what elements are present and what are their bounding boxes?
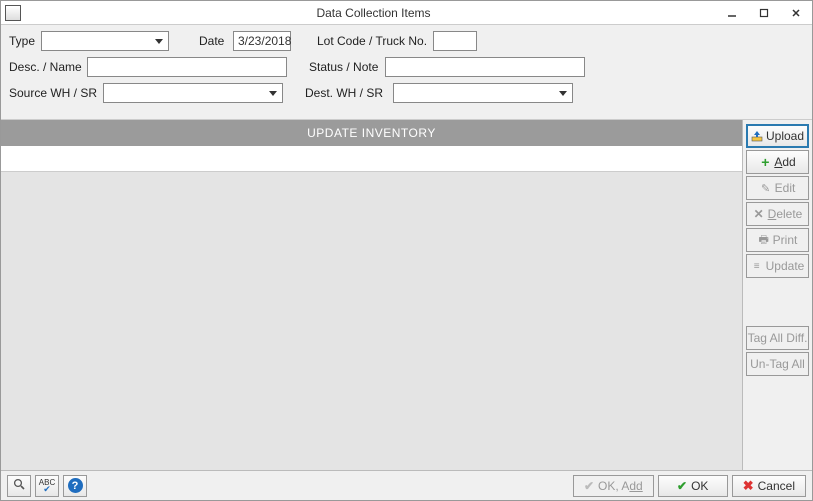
- date-value: 3/23/2018: [238, 34, 291, 48]
- printer-icon: 🖶: [758, 234, 770, 246]
- help-icon: ?: [68, 478, 83, 493]
- ok-add-button[interactable]: ✔ OK, Add: [573, 475, 654, 497]
- update-label: Update: [766, 259, 805, 273]
- upload-icon: [751, 130, 763, 142]
- upload-button[interactable]: Upload: [746, 124, 809, 148]
- date-input[interactable]: 3/23/2018: [233, 31, 291, 51]
- check-icon: ✔: [584, 479, 594, 493]
- grid-body[interactable]: [1, 146, 742, 470]
- update-button[interactable]: ≡ Update: [746, 254, 809, 278]
- source-wh-label: Source WH / SR: [9, 86, 97, 100]
- edit-label: Edit: [775, 181, 796, 195]
- window-title: Data Collection Items: [27, 6, 720, 20]
- search-button[interactable]: [7, 475, 31, 497]
- dest-wh-combo[interactable]: [393, 83, 573, 103]
- update-inventory-banner[interactable]: UPDATE INVENTORY: [1, 120, 742, 146]
- add-button[interactable]: + Add: [746, 150, 809, 174]
- status-label: Status / Note: [309, 60, 379, 74]
- update-icon: ≡: [751, 260, 763, 272]
- main-area: UPDATE INVENTORY Upload + Add ✎ Edit: [1, 120, 812, 470]
- lot-label: Lot Code / Truck No.: [317, 34, 427, 48]
- form-area: Type Date 3/23/2018 Lot Code / Truck No.…: [1, 25, 812, 120]
- delete-button[interactable]: ✕ Delete: [746, 202, 809, 226]
- ok-button[interactable]: ✔ OK: [658, 475, 728, 497]
- chevron-down-icon: [155, 39, 163, 44]
- magnifier-icon: [13, 478, 26, 494]
- delete-label: Delete: [768, 207, 803, 221]
- x-icon: ✕: [753, 208, 765, 220]
- cancel-label: Cancel: [758, 479, 795, 493]
- type-label: Type: [9, 34, 35, 48]
- titlebar: Data Collection Items: [1, 1, 812, 25]
- bottom-toolbar: ABC✔ ? ✔ OK, Add ✔ OK ✖ Cancel: [1, 470, 812, 500]
- grid-empty-row: [1, 146, 742, 172]
- cancel-button[interactable]: ✖ Cancel: [732, 475, 806, 497]
- chevron-down-icon: [269, 91, 277, 96]
- source-wh-combo[interactable]: [103, 83, 283, 103]
- tag-all-diff-button[interactable]: Tag All Diff.: [746, 326, 809, 350]
- check-icon: ✔: [677, 479, 687, 493]
- spellcheck-button[interactable]: ABC✔: [35, 475, 59, 497]
- untag-all-button[interactable]: Un-Tag All: [746, 352, 809, 376]
- sidebar: Upload + Add ✎ Edit ✕ Delete 🖶 Print ≡ U…: [742, 120, 812, 470]
- close-button[interactable]: [784, 4, 808, 22]
- print-label: Print: [773, 233, 798, 247]
- grid-area: UPDATE INVENTORY: [1, 120, 742, 470]
- add-label: Add: [774, 155, 795, 169]
- status-input[interactable]: [385, 57, 585, 77]
- edit-button[interactable]: ✎ Edit: [746, 176, 809, 200]
- window-controls: [720, 4, 808, 22]
- pencil-icon: ✎: [760, 182, 772, 194]
- ok-label: OK: [691, 479, 708, 493]
- maximize-button[interactable]: [752, 4, 776, 22]
- app-icon: [5, 5, 21, 21]
- print-button[interactable]: 🖶 Print: [746, 228, 809, 252]
- upload-label: Upload: [766, 129, 804, 143]
- abc-check-icon: ABC✔: [39, 479, 55, 493]
- desc-label: Desc. / Name: [9, 60, 81, 74]
- minimize-button[interactable]: [720, 4, 744, 22]
- dest-wh-label: Dest. WH / SR: [305, 86, 387, 100]
- lot-input[interactable]: [433, 31, 477, 51]
- tag-all-diff-label: Tag All Diff.: [748, 331, 808, 345]
- chevron-down-icon: [559, 91, 567, 96]
- plus-icon: +: [759, 156, 771, 168]
- ok-add-label: OK, Add: [598, 479, 643, 493]
- window: Data Collection Items Type Date 3/23/201…: [0, 0, 813, 501]
- desc-input[interactable]: [87, 57, 287, 77]
- help-button[interactable]: ?: [63, 475, 87, 497]
- date-label: Date: [199, 34, 227, 48]
- untag-all-label: Un-Tag All: [750, 357, 805, 371]
- x-icon: ✖: [743, 480, 754, 491]
- type-combo[interactable]: [41, 31, 169, 51]
- update-inventory-label: UPDATE INVENTORY: [307, 126, 436, 140]
